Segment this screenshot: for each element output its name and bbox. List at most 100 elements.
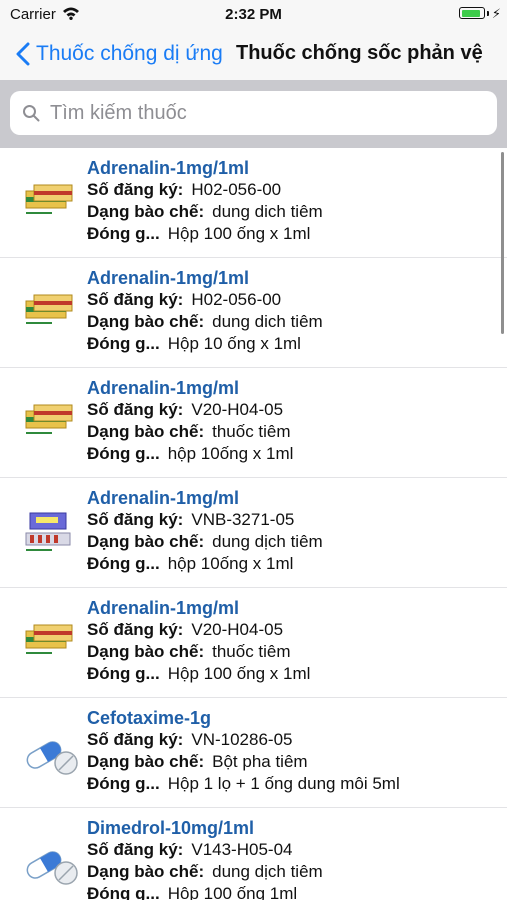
scrollbar[interactable]: [501, 152, 504, 334]
drug-list[interactable]: Adrenalin-1mg/1ml Số đăng ký: H02-056-00 …: [0, 148, 507, 900]
dosage-form-line: Dạng bào chế: thuốc tiêm: [87, 421, 497, 443]
dosage-form-label: Dạng bào chế:: [87, 202, 205, 221]
status-time: 2:32 PM: [225, 6, 282, 23]
drug-info: Adrenalin-1mg/ml Số đăng ký: VNB-3271-05 …: [87, 487, 497, 575]
dosage-form-label: Dạng bào chế:: [87, 752, 205, 771]
packaging-line: Đóng g... Hộp 100 ống x 1ml: [87, 663, 497, 685]
drug-thumbnail: [22, 509, 78, 557]
dosage-form-line: Dạng bào chế: Bột pha tiêm: [87, 751, 497, 773]
dosage-form-line: Dạng bào chế: dung dịch tiêm: [87, 861, 497, 883]
back-button-label: Thuốc chống dị ứng: [36, 42, 223, 65]
search-field[interactable]: [10, 91, 497, 135]
packaging-line: Đóng g... Hộp 100 ống 1ml: [87, 883, 497, 900]
drug-name: Adrenalin-1mg/1ml: [87, 268, 250, 288]
packaging-line: Đóng g... hộp 10ống x 1ml: [87, 553, 497, 575]
ampoule-box-icon: [25, 404, 73, 434]
packaging-value: Hộp 100 ống x 1ml: [167, 664, 311, 683]
ampoule-box-icon: [25, 624, 73, 654]
drug-info: Adrenalin-1mg/ml Số đăng ký: V20-H04-05 D…: [87, 597, 497, 685]
back-button[interactable]: Thuốc chống dị ứng: [16, 38, 223, 70]
packaging-label: Đóng g...: [87, 774, 160, 793]
packaging-line: Đóng g... Hộp 1 lọ + 1 ống dung môi 5ml: [87, 773, 497, 795]
drug-name: Adrenalin-1mg/ml: [87, 488, 240, 508]
drug-list-item[interactable]: Cefotaxime-1g Số đăng ký: VN-10286-05 Dạn…: [0, 698, 507, 808]
drug-name: Cefotaxime-1g: [87, 708, 212, 728]
registration-number: V20-H04-05: [191, 400, 284, 419]
dosage-form-line: Dạng bào chế: dung dịch tiêm: [87, 531, 497, 553]
packaging-label: Đóng g...: [87, 334, 160, 353]
search-input[interactable]: [48, 100, 472, 126]
registration-label: Số đăng ký:: [87, 620, 184, 639]
drug-thumbnail: [22, 729, 78, 777]
battery-icon: [459, 7, 485, 19]
drug-info: Adrenalin-1mg/1ml Số đăng ký: H02-056-00 …: [87, 267, 497, 355]
dosage-form-label: Dạng bào chế:: [87, 642, 205, 661]
drug-info: Adrenalin-1mg/1ml Số đăng ký: H02-056-00 …: [87, 157, 497, 245]
packaging-label: Đóng g...: [87, 224, 160, 243]
registration-label: Số đăng ký:: [87, 840, 184, 859]
drug-name: Adrenalin-1mg/1ml: [87, 158, 250, 178]
dosage-form-value: thuốc tiêm: [212, 642, 291, 661]
ampoule-box-icon: [25, 184, 73, 214]
packaging-label: Đóng g...: [87, 554, 160, 573]
drug-list-item[interactable]: Adrenalin-1mg/ml Số đăng ký: V20-H04-05 D…: [0, 588, 507, 698]
registration-number: VN-10286-05: [191, 730, 293, 749]
registration-line: Số đăng ký: V20-H04-05: [87, 619, 497, 641]
battery-cap: [487, 11, 489, 16]
registration-number: VNB-3271-05: [191, 510, 295, 529]
capsule-pill-icon: [26, 851, 78, 885]
packaging-label: Đóng g...: [87, 444, 160, 463]
drug-list-item[interactable]: Adrenalin-1mg/ml Số đăng ký: V20-H04-05 D…: [0, 368, 507, 478]
ampoule-box-icon: [25, 294, 73, 324]
drug-thumbnail: [22, 839, 78, 887]
packaging-value: Hộp 10 ống x 1ml: [167, 334, 301, 353]
drug-name: Adrenalin-1mg/ml: [87, 598, 240, 618]
dosage-form-label: Dạng bào chế:: [87, 532, 205, 551]
registration-label: Số đăng ký:: [87, 290, 184, 309]
navigation-bar: Thuốc chống dị ứng Thuốc chống sốc phản …: [0, 28, 507, 80]
registration-label: Số đăng ký:: [87, 400, 184, 419]
drug-info: Cefotaxime-1g Số đăng ký: VN-10286-05 Dạn…: [87, 707, 497, 795]
packaging-value: hộp 10ống x 1ml: [167, 444, 294, 463]
packaging-line: Đóng g... hộp 10ống x 1ml: [87, 443, 497, 465]
dosage-form-label: Dạng bào chế:: [87, 312, 205, 331]
drug-list-item[interactable]: Adrenalin-1mg/1ml Số đăng ký: H02-056-00 …: [0, 148, 507, 258]
registration-line: Số đăng ký: V20-H04-05: [87, 399, 497, 421]
dosage-form-line: Dạng bào chế: thuốc tiêm: [87, 641, 497, 663]
drug-thumbnail: [22, 289, 78, 337]
drug-list-item[interactable]: Dimedrol-10mg/1ml Số đăng ký: V143-H05-04…: [0, 808, 507, 900]
drug-list-item[interactable]: Adrenalin-1mg/1ml Số đăng ký: H02-056-00 …: [0, 258, 507, 368]
registration-number: H02-056-00: [191, 290, 282, 309]
registration-line: Số đăng ký: H02-056-00: [87, 179, 497, 201]
registration-number: H02-056-00: [191, 180, 282, 199]
dosage-form-line: Dạng bào chế: dung dich tiêm: [87, 311, 497, 333]
search-bar: [0, 80, 507, 148]
dosage-form-value: dung dịch tiêm: [212, 532, 323, 551]
registration-line: Số đăng ký: VNB-3271-05: [87, 509, 497, 531]
drug-info: Dimedrol-10mg/1ml Số đăng ký: V143-H05-04…: [87, 817, 497, 900]
packaging-value: Hộp 100 ống 1ml: [167, 884, 298, 900]
registration-label: Số đăng ký:: [87, 180, 184, 199]
drug-name: Dimedrol-10mg/1ml: [87, 818, 255, 838]
registration-line: Số đăng ký: VN-10286-05: [87, 729, 497, 751]
packaging-value: Hộp 100 ống x 1ml: [167, 224, 311, 243]
ampoule-package-icon: [25, 512, 71, 551]
packaging-line: Đóng g... Hộp 10 ống x 1ml: [87, 333, 497, 355]
packaging-value: hộp 10ống x 1ml: [167, 554, 294, 573]
search-icon: [23, 105, 40, 122]
drug-list-item[interactable]: Adrenalin-1mg/ml Số đăng ký: VNB-3271-05 …: [0, 478, 507, 588]
dosage-form-label: Dạng bào chế:: [87, 862, 205, 881]
packaging-label: Đóng g...: [87, 884, 160, 900]
drug-thumbnail: [22, 619, 78, 667]
chevron-left-icon: [16, 42, 30, 66]
packaging-label: Đóng g...: [87, 664, 160, 683]
page-title: Thuốc chống sốc phản vệ: [236, 42, 483, 64]
registration-number: V143-H05-04: [191, 840, 293, 859]
drug-name: Adrenalin-1mg/ml: [87, 378, 240, 398]
dosage-form-label: Dạng bào chế:: [87, 422, 205, 441]
battery-level: [461, 9, 480, 17]
status-bar: Carrier 2:32 PM ⚡: [0, 0, 507, 28]
dosage-form-value: dung dich tiêm: [212, 202, 323, 221]
charging-bolt-icon: ⚡: [491, 6, 501, 21]
registration-line: Số đăng ký: H02-056-00: [87, 289, 497, 311]
